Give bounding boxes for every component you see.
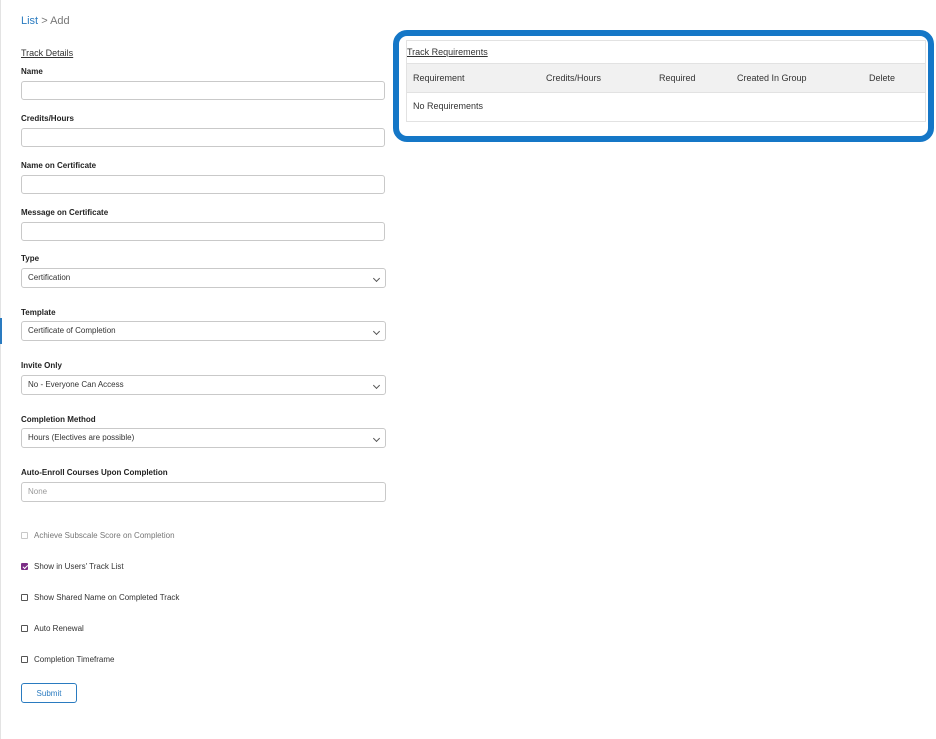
- breadcrumb: List > Add: [21, 15, 70, 27]
- track-details-title: Track Details: [21, 48, 74, 58]
- show-shared-name-checkbox[interactable]: [21, 594, 28, 601]
- show-in-track-list-label: Show in Users' Track List: [34, 562, 124, 571]
- show-shared-name-label: Show Shared Name on Completed Track: [34, 593, 180, 602]
- template-select[interactable]: Certificate of Completion: [21, 321, 386, 341]
- column-header-credits-hours: Credits/Hours: [546, 73, 602, 83]
- breadcrumb-separator: >: [41, 15, 48, 27]
- show-in-track-list-checkbox-row[interactable]: Show in Users' Track List: [21, 562, 124, 571]
- auto-renewal-label: Auto Renewal: [34, 624, 84, 633]
- achieve-subscale-checkbox: [21, 532, 28, 539]
- show-shared-name-checkbox-row[interactable]: Show Shared Name on Completed Track: [21, 593, 179, 602]
- completion-method-label: Completion Method: [21, 415, 96, 424]
- auto-enroll-placeholder: None: [28, 487, 48, 496]
- template-label: Template: [21, 308, 56, 317]
- name-on-certificate-label: Name on Certificate: [21, 161, 97, 170]
- completion-timeframe-label: Completion Timeframe: [34, 655, 115, 664]
- completion-timeframe-checkbox-row[interactable]: Completion Timeframe: [21, 655, 114, 664]
- chevron-down-icon: [372, 381, 381, 390]
- name-input[interactable]: [21, 81, 385, 100]
- auto-renewal-checkbox-row[interactable]: Auto Renewal: [21, 624, 84, 633]
- table-bottom-divider: [407, 121, 925, 122]
- auto-enroll-label: Auto-Enroll Courses Upon Completion: [21, 468, 168, 477]
- auto-renewal-checkbox[interactable]: [21, 625, 28, 632]
- type-label: Type: [21, 254, 40, 263]
- credits-input[interactable]: [21, 128, 385, 147]
- show-in-track-list-checkbox[interactable]: [21, 563, 28, 570]
- invite-only-select[interactable]: No - Everyone Can Access: [21, 375, 386, 395]
- name-on-certificate-input[interactable]: [21, 175, 385, 194]
- column-header-required: Required: [659, 73, 696, 83]
- type-select[interactable]: Certification: [21, 268, 386, 288]
- achieve-subscale-label: Achieve Subscale Score on Completion: [34, 531, 175, 540]
- left-border: [0, 0, 1, 739]
- breadcrumb-list-link[interactable]: List: [21, 15, 38, 27]
- requirements-table-header: Requirement Credits/Hours Required Creat…: [407, 63, 925, 93]
- completion-method-select[interactable]: Hours (Electives are possible): [21, 428, 386, 448]
- no-requirements-message: No Requirements: [413, 101, 484, 111]
- chevron-down-icon: [372, 434, 381, 443]
- submit-button[interactable]: Submit: [21, 683, 77, 703]
- column-header-requirement: Requirement: [413, 73, 465, 83]
- left-accent-marker: [0, 318, 2, 344]
- chevron-down-icon: [372, 327, 381, 336]
- completion-method-selected-value: Hours (Electives are possible): [28, 433, 135, 442]
- credits-label: Credits/Hours: [21, 114, 74, 123]
- invite-only-selected-value: No - Everyone Can Access: [28, 380, 124, 389]
- column-header-created-in-group: Created In Group: [737, 73, 807, 83]
- achieve-subscale-checkbox-row: Achieve Subscale Score on Completion: [21, 531, 175, 540]
- chevron-down-icon: [372, 274, 381, 283]
- breadcrumb-current: Add: [50, 15, 70, 27]
- name-label: Name: [21, 67, 43, 76]
- invite-only-label: Invite Only: [21, 361, 62, 370]
- completion-timeframe-checkbox[interactable]: [21, 656, 28, 663]
- type-selected-value: Certification: [28, 273, 71, 282]
- auto-enroll-input[interactable]: None: [21, 482, 386, 502]
- message-on-certificate-label: Message on Certificate: [21, 208, 109, 217]
- track-requirements-title: Track Requirements: [407, 47, 488, 57]
- column-header-delete: Delete: [869, 73, 896, 83]
- message-on-certificate-input[interactable]: [21, 222, 385, 241]
- track-requirements-panel: Track Requirements Requirement Credits/H…: [406, 40, 926, 122]
- template-selected-value: Certificate of Completion: [28, 326, 116, 335]
